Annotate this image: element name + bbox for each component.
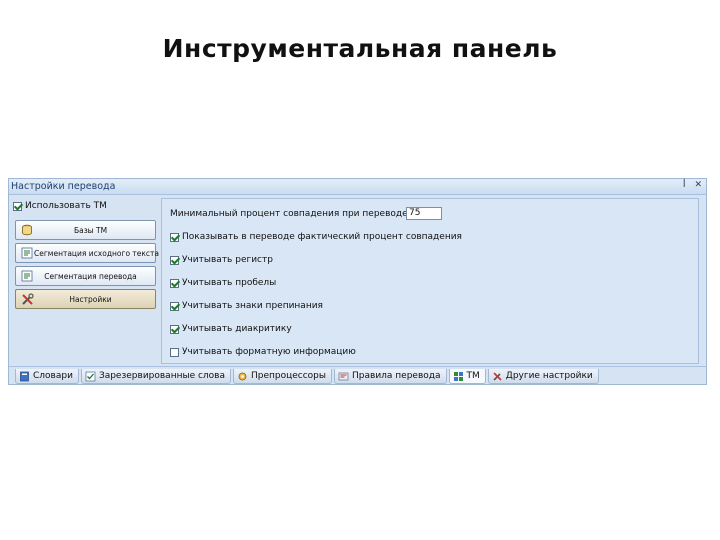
slide-title: Инструментальная панель [162, 34, 558, 63]
tab-tm[interactable]: TM [448, 369, 486, 384]
option-checkbox[interactable] [170, 232, 179, 242]
option-row[interactable]: Учитывать пробелы [170, 278, 276, 288]
tab-reserved-words[interactable]: Зарезервированные слова [80, 369, 231, 384]
source-segmentation-button[interactable]: Сегментация исходного текста [15, 243, 159, 263]
use-tm-checkbox[interactable] [13, 201, 22, 211]
option-label: Учитывать пробелы [182, 278, 277, 288]
tm-left-column: Использовать TM Базы ТМ Сегментация исхо… [13, 199, 159, 363]
processor-icon [237, 371, 248, 382]
source-segmentation-label: Сегментация исходного текста [34, 248, 160, 258]
close-icon[interactable]: ✕ [694, 180, 702, 190]
target-segmentation-button[interactable]: Сегментация перевода [15, 266, 156, 286]
option-checkbox[interactable] [170, 301, 179, 311]
option-label: Учитывать регистр [182, 255, 273, 265]
tab-translation-rules[interactable]: Правила перевода [334, 369, 447, 384]
panel-title: Настройки перевода [11, 181, 116, 192]
option-label: Учитывать диакритику [182, 324, 292, 334]
book-icon [19, 371, 30, 382]
tm-icon [453, 371, 464, 382]
option-checkbox[interactable] [170, 255, 179, 265]
option-label: Показывать в переводе фактический процен… [182, 232, 462, 242]
translation-settings-panel: Настройки перевода ꟾ ✕ Использовать TM Б… [8, 178, 707, 385]
settings-icon [492, 371, 503, 382]
tab-preprocessors[interactable]: Препроцессоры [233, 369, 333, 384]
option-row[interactable]: Учитывать форматную информацию [170, 347, 356, 357]
settings-label: Настройки [69, 294, 112, 304]
option-row[interactable]: Учитывать диакритику [170, 324, 292, 334]
min-percent-row: Минимальный процент совпадения при перев… [170, 209, 408, 219]
option-row[interactable]: Учитывать знаки препинания [170, 301, 323, 311]
pin-icon[interactable]: ꟾ [683, 180, 686, 190]
option-checkbox[interactable] [170, 324, 179, 334]
tm-databases-label: Базы ТМ [73, 225, 108, 235]
tab-other-settings[interactable]: Другие настройки [487, 369, 599, 384]
rules-icon [338, 371, 349, 382]
database-icon [20, 223, 34, 237]
use-tm-checkbox-row[interactable]: Использовать TM [13, 199, 158, 213]
min-percent-label: Минимальный процент совпадения при перев… [170, 209, 408, 219]
settings-tabs: Словари Зарезервированные слова Препроце… [9, 366, 706, 384]
min-percent-input[interactable]: 75 [406, 207, 442, 220]
option-checkbox[interactable] [170, 278, 179, 288]
option-row[interactable]: Показывать в переводе фактический процен… [170, 232, 462, 242]
segmentation-icon [20, 269, 34, 283]
tm-options-box: Минимальный процент совпадения при перев… [161, 198, 699, 364]
use-tm-label: Использовать TM [25, 201, 107, 211]
target-segmentation-label: Сегментация перевода [44, 271, 137, 281]
tools-icon [20, 292, 34, 306]
option-label: Учитывать знаки препинания [182, 301, 323, 311]
option-row[interactable]: Учитывать регистр [170, 255, 273, 265]
panel-header: Настройки перевода ꟾ ✕ [9, 179, 706, 195]
segmentation-icon [20, 246, 34, 260]
tab-dictionaries[interactable]: Словари [15, 369, 79, 384]
settings-button[interactable]: Настройки [15, 289, 156, 309]
option-label: Учитывать форматную информацию [182, 347, 356, 357]
option-checkbox[interactable] [170, 347, 179, 357]
tm-databases-button[interactable]: Базы ТМ [15, 220, 156, 240]
checklist-icon [85, 371, 96, 382]
